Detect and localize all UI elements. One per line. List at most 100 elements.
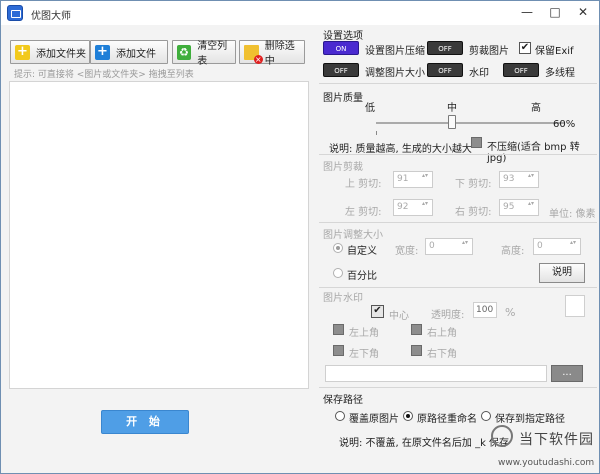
resize-label: 调整图片大小 (365, 68, 425, 79)
wm-top-right-checkbox[interactable] (411, 324, 422, 335)
crop-top-spinner[interactable]: 91 (393, 171, 433, 188)
crop-top-label: 上 剪切: (345, 179, 382, 190)
save-overwrite-label: 覆盖原图片 (349, 414, 399, 425)
maximize-button[interactable]: □ (541, 1, 569, 23)
wm-top-left-label: 左上角 (349, 328, 379, 339)
app-window: 优图大师 — □ ✕ + 添加文件夹 + 添加文件 ♻ 清空列表 删除选中 提示… (0, 0, 600, 474)
delete-selected-label: 删除选中 (264, 41, 295, 67)
wm-bottom-left-checkbox[interactable] (333, 345, 344, 356)
width-spinner[interactable]: 0 (425, 238, 473, 255)
recycle-icon: ♻ (177, 44, 192, 60)
resize-percent-label: 百分比 (347, 271, 377, 282)
delete-selected-button[interactable]: 删除选中 (239, 40, 305, 67)
wm-opacity-label: 透明度: (431, 310, 465, 321)
quality-high-label: 高 (531, 103, 541, 114)
divider (319, 387, 597, 388)
add-file-icon: + (95, 44, 110, 60)
crop-bottom-label: 下 剪切: (455, 179, 492, 190)
left-panel: + 添加文件夹 + 添加文件 ♻ 清空列表 删除选中 提示: 可直接将 <图片或… (6, 34, 312, 464)
height-spinner[interactable]: 0 (533, 238, 581, 255)
add-file-button[interactable]: + 添加文件 (90, 40, 168, 64)
clear-list-label: 清空列表 (197, 41, 228, 67)
add-folder-label: 添加文件夹 (36, 48, 86, 60)
compress-toggle[interactable]: ON (323, 41, 359, 55)
brand-logo-icon (491, 425, 513, 447)
quality-title: 图片质量 (323, 93, 363, 104)
drag-hint: 提示: 可直接将 <图片或文件夹> 拖拽至列表 (14, 70, 194, 80)
quality-note: 说明: 质量越高, 生成的大小越大 (329, 144, 472, 155)
settings-title: 设置选项 (323, 31, 363, 42)
clear-list-button[interactable]: ♻ 清空列表 (172, 40, 236, 67)
wm-bottom-right-checkbox[interactable] (411, 345, 422, 356)
quality-slider-ticks (376, 131, 566, 135)
watermark-toggle[interactable]: OFF (427, 63, 463, 77)
wm-browse-button[interactable]: ... (551, 365, 583, 382)
exif-checkbox[interactable]: ✔ (519, 42, 531, 54)
quality-value: 60% (553, 119, 576, 130)
resize-custom-radio[interactable] (333, 243, 343, 253)
save-path-title: 保存路径 (323, 395, 363, 406)
height-label: 高度: (501, 246, 525, 257)
right-panel: 设置选项 ON 设置图片压缩 OFF 剪裁图片 ✔ 保留Exif OFF 调整图… (319, 25, 597, 455)
window-title: 优图大师 (31, 11, 71, 22)
save-overwrite-radio[interactable] (335, 411, 345, 421)
crop-toggle[interactable]: OFF (427, 41, 463, 55)
wm-center-checkbox[interactable]: ✔ (371, 305, 384, 318)
save-custom-label: 保存到指定路径 (495, 414, 565, 425)
wm-bottom-right-label: 右下角 (427, 349, 457, 360)
quality-slider-track[interactable] (376, 122, 564, 124)
crop-unit-label: 单位: 像素 (549, 209, 596, 220)
watermark-label: 水印 (469, 68, 489, 79)
crop-left-spinner[interactable]: 92 (393, 199, 433, 216)
exif-label: 保留Exif (535, 46, 574, 57)
minimize-button[interactable]: — (513, 1, 541, 23)
app-icon (7, 5, 23, 21)
multithread-label: 多线程 (545, 68, 575, 79)
wm-top-left-checkbox[interactable] (333, 324, 344, 335)
wm-top-right-label: 右上角 (427, 328, 457, 339)
wm-opacity-input[interactable]: 100 (473, 302, 497, 318)
quality-mid-label: 中 (447, 103, 457, 114)
add-folder-button[interactable]: + 添加文件夹 (10, 40, 90, 64)
title-bar: 优图大师 — □ ✕ (1, 1, 599, 25)
divider (319, 83, 597, 84)
file-list[interactable] (9, 81, 309, 389)
close-button[interactable]: ✕ (569, 1, 597, 23)
crop-label: 剪裁图片 (469, 46, 509, 57)
crop-bottom-spinner[interactable]: 93 (499, 171, 539, 188)
resize-toggle[interactable]: OFF (323, 63, 359, 77)
save-rename-label: 原路径重命名 (417, 414, 477, 425)
save-rename-radio[interactable] (403, 411, 413, 421)
resize-help-button[interactable]: 说明 (539, 263, 585, 283)
no-compress-checkbox[interactable] (471, 137, 482, 148)
start-button[interactable]: 开 始 (101, 410, 189, 434)
divider (319, 222, 597, 223)
divider (319, 154, 597, 155)
wm-center-label: 中心 (389, 311, 409, 322)
crop-right-spinner[interactable]: 95 (499, 199, 539, 216)
folder-delete-icon (244, 44, 263, 64)
multithread-toggle[interactable]: OFF (503, 63, 539, 77)
crop-section-title: 图片剪裁 (323, 162, 363, 173)
wm-image-path-input[interactable] (325, 365, 547, 382)
no-compress-label: 不压缩(适合 bmp 转 jpg) (487, 142, 580, 164)
wm-preview-box[interactable] (565, 295, 585, 317)
brand-url: www.youtudashi.com (498, 458, 595, 468)
resize-percent-radio[interactable] (333, 268, 343, 278)
compress-label: 设置图片压缩 (365, 46, 425, 57)
wm-bottom-left-label: 左下角 (349, 349, 379, 360)
watermark-section-title: 图片水印 (323, 293, 363, 304)
quality-slider-thumb[interactable] (448, 115, 456, 129)
crop-right-label: 右 剪切: (455, 207, 492, 218)
save-path-note: 说明: 不覆盖, 在原文件名后加 _k 保存 (339, 438, 510, 449)
wm-opacity-unit: % (505, 306, 516, 319)
brand-name: 当下软件园 (519, 432, 594, 448)
quality-low-label: 低 (365, 103, 375, 114)
divider (319, 287, 597, 288)
crop-left-label: 左 剪切: (345, 207, 382, 218)
add-file-label: 添加文件 (116, 48, 156, 60)
resize-custom-label: 自定义 (347, 246, 377, 257)
width-label: 宽度: (395, 246, 419, 257)
add-folder-icon: + (15, 44, 30, 60)
save-custom-radio[interactable] (481, 411, 491, 421)
